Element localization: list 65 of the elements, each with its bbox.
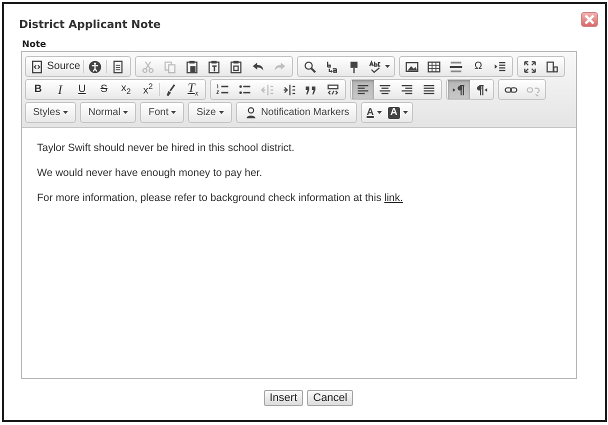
code-page-icon bbox=[30, 60, 44, 74]
image-icon bbox=[405, 60, 420, 74]
caret-icon bbox=[63, 111, 68, 114]
clipboard-icon bbox=[185, 60, 200, 74]
person-icon bbox=[244, 106, 258, 120]
cancel-button[interactable]: Cancel bbox=[307, 390, 354, 406]
left-to-right-button[interactable] bbox=[448, 80, 470, 99]
replace-icon bbox=[325, 60, 340, 74]
notification-markers-button[interactable]: Notification Markers bbox=[238, 103, 356, 122]
caret-icon bbox=[376, 111, 382, 114]
format-dropdown[interactable]: Normal bbox=[82, 103, 134, 122]
bold-button[interactable]: B bbox=[27, 80, 49, 99]
accessibility-icon bbox=[88, 60, 102, 74]
align-left-icon bbox=[356, 82, 370, 96]
caret-icon bbox=[402, 111, 408, 114]
indent-list-icon bbox=[493, 60, 508, 74]
superscript-button[interactable]: x$^{2}$ bbox=[137, 80, 159, 99]
caret-icon bbox=[171, 111, 176, 114]
blocks-icon bbox=[545, 60, 560, 74]
close-button[interactable] bbox=[581, 12, 598, 27]
align-center-icon bbox=[378, 82, 392, 96]
spellcheck-icon bbox=[368, 60, 382, 74]
bulleted-list-icon bbox=[238, 82, 252, 96]
outdent-icon bbox=[260, 82, 274, 96]
copy-icon bbox=[163, 60, 178, 74]
maximize-icon bbox=[523, 60, 538, 74]
pilcrow-icon bbox=[452, 82, 466, 96]
link[interactable]: link. bbox=[384, 192, 403, 204]
special-character-button[interactable]: Ω bbox=[467, 57, 490, 76]
numbered-list-icon bbox=[216, 82, 230, 96]
insert-button[interactable]: Insert bbox=[264, 390, 304, 406]
page-icon bbox=[111, 60, 126, 74]
caret-icon bbox=[218, 111, 224, 114]
paragraph: For more information, please refer to background check information at this link. bbox=[37, 192, 403, 205]
horizontal-line-icon bbox=[449, 60, 464, 74]
clipboard-icon bbox=[229, 60, 244, 74]
justify-icon bbox=[422, 82, 436, 96]
font-dropdown[interactable]: Font bbox=[142, 103, 182, 122]
paragraph: We would never have enough money to pay her. bbox=[37, 167, 262, 180]
caret-icon bbox=[385, 65, 390, 68]
dialog-title: District Applicant Note bbox=[19, 18, 161, 31]
underline-button[interactable]: U bbox=[71, 80, 93, 99]
paragraph: Taylor Swift should never be hired in this school district. bbox=[37, 142, 294, 155]
indent-icon bbox=[282, 82, 296, 96]
styles-dropdown[interactable]: Styles bbox=[27, 103, 74, 122]
size-dropdown[interactable]: Size bbox=[190, 103, 230, 122]
background-color-button[interactable]: A bbox=[385, 103, 411, 122]
align-right-icon bbox=[400, 82, 414, 96]
strikethrough-button[interactable]: S bbox=[93, 80, 115, 99]
scissors-icon bbox=[141, 60, 156, 74]
align-left-button[interactable] bbox=[352, 80, 374, 99]
text-color-button[interactable]: A bbox=[363, 103, 386, 122]
table-icon bbox=[427, 60, 442, 74]
close-icon bbox=[584, 14, 595, 25]
pilcrow-icon bbox=[474, 82, 488, 96]
search-icon bbox=[303, 60, 318, 74]
remove-format-button[interactable]: T$_{x}$ bbox=[182, 80, 204, 99]
div-container-icon bbox=[326, 82, 340, 96]
subscript-button[interactable]: x$_{2}$ bbox=[115, 80, 137, 99]
italic-button[interactable]: I bbox=[49, 80, 71, 99]
field-label: Note bbox=[22, 40, 46, 50]
caret-icon bbox=[123, 111, 128, 114]
clipboard-icon bbox=[207, 60, 222, 74]
source-button[interactable]: Source bbox=[27, 57, 84, 76]
brush-icon bbox=[164, 82, 178, 96]
